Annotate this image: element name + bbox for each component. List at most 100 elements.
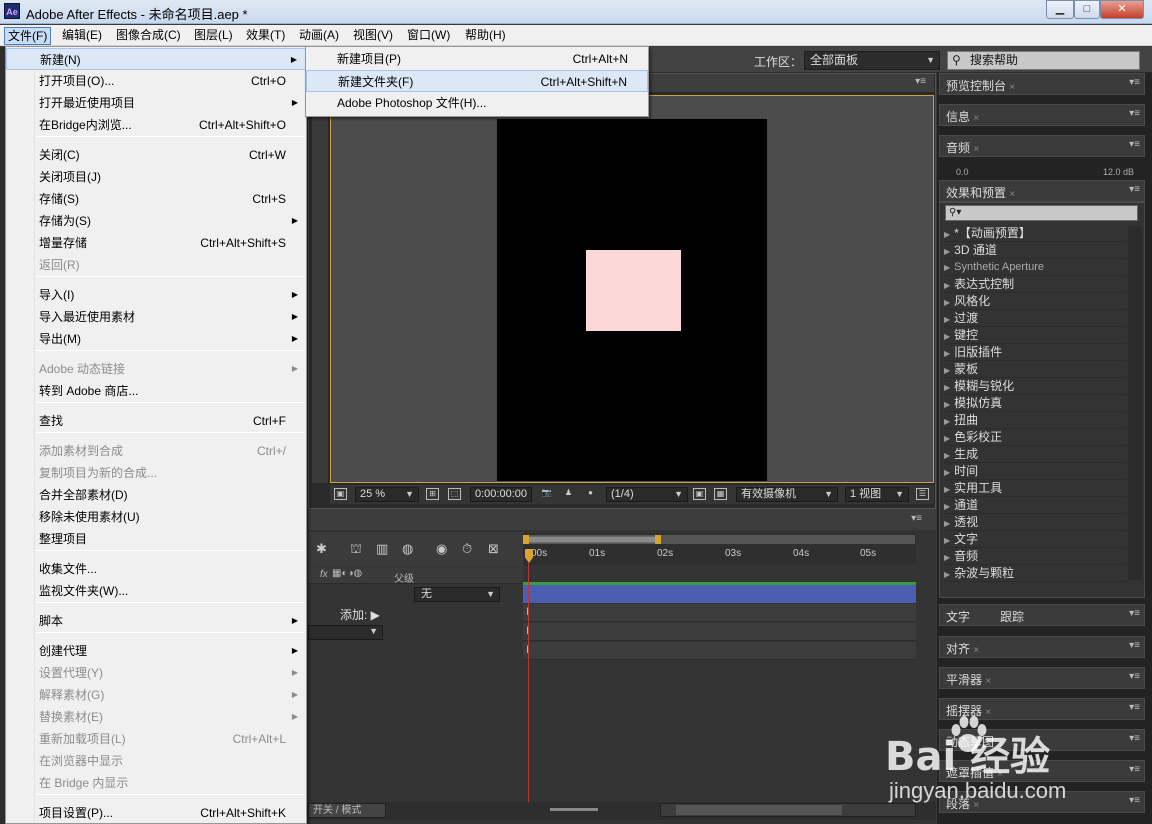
menu-file[interactable]: 文件(F) [4, 27, 52, 45]
help-search-input[interactable]: ⚲ 搜索帮助 [947, 51, 1140, 70]
frame-blending-icon[interactable]: ▥ [376, 541, 388, 557]
file-menu-item[interactable]: 关闭项目(J) [6, 166, 306, 188]
effects-category-item[interactable]: ▶ 风格化 [944, 293, 1127, 310]
menu-item-new-folder[interactable]: 新建文件夹(F) Ctrl+Alt+Shift+N [306, 70, 648, 92]
file-menu-item[interactable]: 转到 Adobe 商店... [6, 380, 306, 402]
panel-menu-icon[interactable]: ▾≡ [1129, 184, 1140, 195]
safe-zones-icon[interactable]: ⊞ [426, 488, 439, 500]
file-menu-item[interactable]: 项目设置(P)... Ctrl+Alt+Shift+K [6, 802, 306, 824]
graph-editor-icon[interactable]: ◉ [436, 541, 447, 557]
tab-preview[interactable]: 预览控制台 × [946, 77, 1015, 94]
file-menu-item[interactable]: 打开最近使用项目 ▶ [6, 92, 306, 114]
menu-help[interactable]: 帮助(H) [462, 27, 509, 45]
menu-item-new-photoshop-file[interactable]: Adobe Photoshop 文件(H)... [306, 92, 648, 114]
tab-align[interactable]: 对齐 × [946, 640, 979, 657]
file-menu-item[interactable]: 在Bridge内浏览... Ctrl+Alt+Shift+O [6, 114, 306, 136]
color-channels-icon[interactable]: ● [584, 488, 597, 500]
work-area-start-handle[interactable] [523, 535, 529, 544]
effects-category-item[interactable]: ▶ 生成 [944, 446, 1127, 463]
effects-category-item[interactable]: ▶ 表达式控制 [944, 276, 1127, 293]
panel-menu-icon[interactable]: ▾≡ [915, 76, 926, 87]
blend-mode-select[interactable]: ▼ [308, 625, 383, 640]
camera-select[interactable]: 有效摄像机 ▼ [736, 487, 838, 502]
person-icon[interactable]: ♟ [562, 488, 575, 500]
effects-category-item[interactable]: ▶ *【动画预置】 [944, 225, 1127, 242]
menu-layer[interactable]: 图层(L) [191, 27, 236, 45]
file-menu-item[interactable]: 导入(I) ▶ [6, 284, 306, 306]
zoom-select[interactable]: 25 % ▼ [355, 487, 419, 502]
effects-category-item[interactable]: ▶ 透视 [944, 514, 1127, 531]
add-property[interactable]: 添加: ▶ [340, 606, 380, 623]
menu-composition[interactable]: 图像合成(C) [113, 27, 184, 45]
region-of-interest-icon[interactable]: ▣ [693, 488, 706, 500]
timeline-scroll-thumb[interactable] [676, 805, 842, 815]
effects-category-item[interactable]: ▶ Synthetic Aperture [944, 259, 1127, 276]
effects-search-input[interactable]: ⚲▾ [945, 205, 1138, 221]
effects-category-item[interactable]: ▶ 杂波与颗粒 [944, 565, 1127, 582]
file-menu-item[interactable]: 增量存储 Ctrl+Alt+Shift+S [6, 232, 306, 254]
tab-effects-presets[interactable]: 效果和预置 × [946, 184, 1015, 201]
toggle-switches-modes[interactable]: 开关 / 模式 [308, 803, 386, 818]
tab-info[interactable]: 信息 × [946, 108, 979, 125]
file-menu-item[interactable]: 关闭(C) Ctrl+W [6, 144, 306, 166]
file-menu-item[interactable]: 打开项目(O)... Ctrl+O [6, 70, 306, 92]
timeline-zoom-slider[interactable] [550, 808, 598, 811]
panel-menu-icon[interactable]: ▾≡ [911, 513, 922, 524]
mask-visibility-icon[interactable]: ⬚ [448, 488, 461, 500]
effects-category-item[interactable]: ▶ 旧版插件 [944, 344, 1127, 361]
maximize-button[interactable]: □ [1074, 0, 1100, 19]
effects-category-item[interactable]: ▶ 实用工具 [944, 480, 1127, 497]
effects-category-item[interactable]: ▶ 通道 [944, 497, 1127, 514]
layer-bar[interactable] [523, 585, 916, 603]
effects-category-item[interactable]: ▶ 文字 [944, 531, 1127, 548]
new-composition-icon[interactable]: ✱ [316, 541, 327, 557]
effects-category-item[interactable]: ▶ 扭曲 [944, 412, 1127, 429]
effects-category-item[interactable]: ▶ 模糊与锐化 [944, 378, 1127, 395]
effects-category-item[interactable]: ▶ 3D 通道 [944, 242, 1127, 259]
file-menu-item[interactable]: 导入最近使用素材 ▶ [6, 306, 306, 328]
motion-blur-icon[interactable]: ◍ [402, 541, 413, 557]
panel-menu-icon[interactable]: ▾≡ [1129, 77, 1140, 88]
work-area-end-handle[interactable] [655, 535, 661, 544]
camera-icon[interactable]: 📷 [540, 488, 553, 500]
effects-category-item[interactable]: ▶ 蒙板 [944, 361, 1127, 378]
menu-view[interactable]: 视图(V) [350, 27, 396, 45]
view-layout-select[interactable]: 1 视图 ▼ [845, 487, 909, 502]
file-menu-item[interactable]: 创建代理 ▶ [6, 640, 306, 662]
effects-category-item[interactable]: ▶ 时间 [944, 463, 1127, 480]
viewer-options-icon[interactable]: ☰ [916, 488, 929, 500]
menu-edit[interactable]: 编辑(E) [59, 27, 105, 45]
menu-window[interactable]: 窗口(W) [404, 27, 453, 45]
panel-menu-icon[interactable]: ▾≡ [1129, 608, 1140, 619]
file-menu-item[interactable]: 收集文件... [6, 558, 306, 580]
effects-category-item[interactable]: ▶ 过渡 [944, 310, 1127, 327]
graph-icon[interactable]: ⊠ [488, 541, 499, 557]
menu-effect[interactable]: 效果(T) [243, 27, 288, 45]
stopwatch-icon[interactable]: ⏱ [462, 541, 472, 557]
file-menu-item[interactable]: 查找 Ctrl+F [6, 410, 306, 432]
parent-select[interactable]: 无 ▼ [414, 587, 500, 602]
close-button[interactable]: ✕ [1100, 0, 1144, 19]
tab-tracker[interactable]: 跟踪 [1000, 608, 1024, 625]
workspace-select[interactable]: 全部面板 ▼ [804, 51, 940, 70]
work-area-range[interactable] [527, 536, 658, 543]
panel-menu-icon[interactable]: ▾≡ [1129, 139, 1140, 150]
effects-category-item[interactable]: ▶ 色彩校正 [944, 429, 1127, 446]
file-menu-item[interactable]: 合并全部素材(D) [6, 484, 306, 506]
timecode-field[interactable]: 0:00:00:00 [470, 487, 532, 502]
tab-audio[interactable]: 音频 × [946, 139, 979, 156]
file-menu-item[interactable]: 导出(M) ▶ [6, 328, 306, 350]
file-menu-item[interactable]: 新建(N) ▶ [6, 48, 306, 70]
snapshot-toggle-icon[interactable]: ▣ [334, 488, 347, 500]
file-menu-item[interactable]: 脚本 ▶ [6, 610, 306, 632]
minimize-button[interactable]: ▁ [1046, 0, 1074, 19]
file-menu-item[interactable]: 存储为(S) ▶ [6, 210, 306, 232]
menu-animation[interactable]: 动画(A) [296, 27, 342, 45]
file-menu-item[interactable]: 移除未使用素材(U) [6, 506, 306, 528]
file-menu-item[interactable]: 存储(S) Ctrl+S [6, 188, 306, 210]
effects-category-item[interactable]: ▶ 音频 [944, 548, 1127, 565]
effects-category-item[interactable]: ▶ 模拟仿真 [944, 395, 1127, 412]
file-menu-item[interactable]: 整理项目 [6, 528, 306, 550]
effects-category-item[interactable]: ▶ 键控 [944, 327, 1127, 344]
panel-menu-icon[interactable]: ▾≡ [1129, 640, 1140, 651]
